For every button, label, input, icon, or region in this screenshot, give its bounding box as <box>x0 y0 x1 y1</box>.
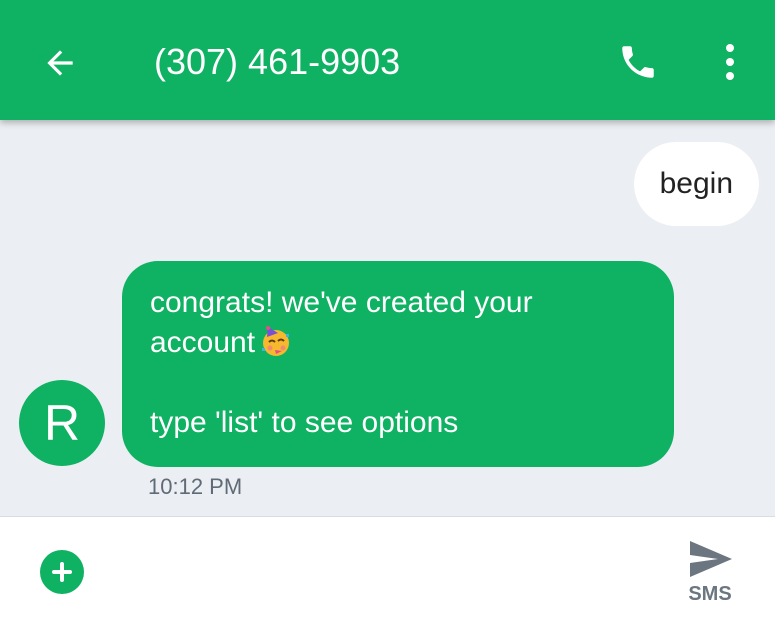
incoming-message-text-continued: type 'list' to see options <box>150 406 459 439</box>
message-input[interactable] <box>110 543 654 601</box>
call-button[interactable] <box>612 36 664 88</box>
incoming-message-text: congrats! we've created your account <box>150 286 533 359</box>
send-sms-button[interactable]: SMS <box>672 537 748 617</box>
app-bar: (307) 461-9903 <box>0 0 775 120</box>
message-thread: begin R congrats! we've created your acc… <box>0 120 775 516</box>
message-timestamp: 10:12 PM <box>148 474 243 499</box>
plus-circle-icon <box>52 562 72 582</box>
outgoing-message-text: begin <box>659 167 733 200</box>
back-button[interactable] <box>34 37 86 89</box>
incoming-message-bubble[interactable]: congrats! we've created your account typ… <box>122 261 674 467</box>
arrow-left-icon <box>47 50 73 76</box>
phone-icon <box>622 46 654 78</box>
sender-avatar[interactable]: R <box>19 380 105 466</box>
more-options-button[interactable] <box>712 36 748 88</box>
send-label: SMS <box>688 583 732 605</box>
more-vertical-icon <box>726 44 734 80</box>
send-icon <box>690 541 732 577</box>
partying-face-emoji <box>262 326 290 356</box>
outgoing-message-bubble[interactable]: begin <box>633 142 759 226</box>
avatar-letter: R <box>43 395 81 451</box>
compose-bar: SMS <box>0 516 775 620</box>
add-attachment-button[interactable] <box>40 550 84 594</box>
conversation-title: (307) 461-9903 <box>154 41 401 82</box>
